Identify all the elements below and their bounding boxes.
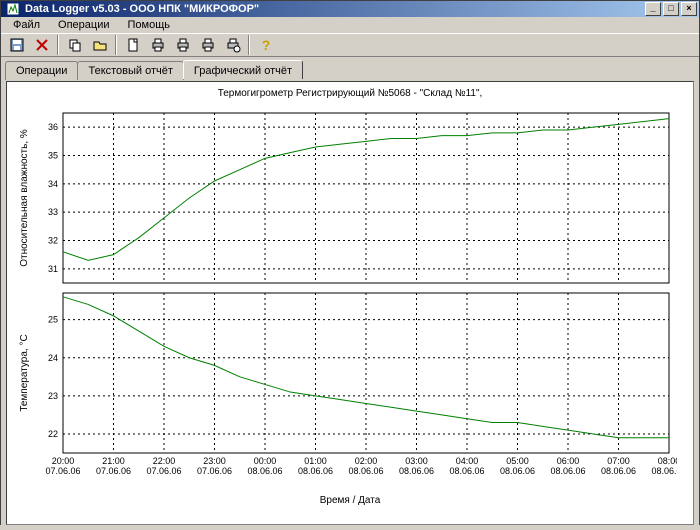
svg-text:08.06.06: 08.06.06	[348, 466, 383, 476]
svg-text:07.06.06: 07.06.06	[146, 466, 181, 476]
tab-text-report[interactable]: Текстовый отчёт	[77, 61, 183, 80]
x-axis-title: Время / Дата	[13, 495, 687, 506]
svg-text:07.06.06: 07.06.06	[45, 466, 80, 476]
svg-text:07.06.06: 07.06.06	[197, 466, 232, 476]
maximize-button[interactable]: □	[663, 2, 679, 16]
new-button[interactable]	[121, 34, 144, 56]
toolbar: ?	[1, 33, 699, 57]
svg-text:Относительная влажность, %: Относительная влажность, %	[19, 129, 30, 267]
window-title: Data Logger v5.03 - ООО НПК "МИКРОФОР"	[25, 3, 645, 15]
menu-file[interactable]: Файл	[5, 17, 48, 33]
app-icon	[5, 1, 21, 17]
delete-button[interactable]	[30, 34, 53, 56]
svg-text:06:00: 06:00	[557, 456, 580, 466]
svg-text:21:00: 21:00	[102, 456, 125, 466]
menubar: Файл Операции Помощь	[1, 17, 699, 33]
toolbar-separator	[248, 35, 250, 55]
copy-button[interactable]	[63, 34, 86, 56]
minimize-button[interactable]: _	[645, 2, 661, 16]
svg-text:08.06.06: 08.06.06	[298, 466, 333, 476]
svg-text:?: ?	[261, 37, 270, 53]
svg-text:01:00: 01:00	[304, 456, 327, 466]
tab-operations[interactable]: Операции	[5, 61, 78, 80]
close-button[interactable]: ×	[681, 2, 697, 16]
toolbar-separator	[57, 35, 59, 55]
svg-text:22:00: 22:00	[153, 456, 176, 466]
chart-svg: 31 32 33 34 35 36 Относительная влажность, % 22…	[13, 103, 677, 493]
svg-text:25: 25	[48, 315, 58, 325]
svg-text:04:00: 04:00	[456, 456, 479, 466]
svg-text:20:00: 20:00	[52, 456, 75, 466]
svg-text:03:00: 03:00	[405, 456, 428, 466]
svg-text:35: 35	[48, 151, 58, 161]
svg-text:07:00: 07:00	[607, 456, 630, 466]
menu-operations[interactable]: Операции	[50, 17, 117, 33]
print-button-2[interactable]	[171, 34, 194, 56]
print-button-3[interactable]	[196, 34, 219, 56]
svg-text:02:00: 02:00	[355, 456, 378, 466]
svg-text:08.06.06: 08.06.06	[651, 466, 677, 476]
svg-text:08:00: 08:00	[658, 456, 677, 466]
svg-text:36: 36	[48, 122, 58, 132]
svg-text:08.06.06: 08.06.06	[601, 466, 636, 476]
print-setup-button[interactable]	[221, 34, 244, 56]
svg-text:00:00: 00:00	[254, 456, 277, 466]
chart-pane: Термогигрометр Регистрирующий №5068 - "С…	[1, 79, 699, 530]
svg-text:33: 33	[48, 207, 58, 217]
print-button-1[interactable]	[146, 34, 169, 56]
svg-text:32: 32	[48, 236, 58, 246]
svg-text:08.06.06: 08.06.06	[500, 466, 535, 476]
svg-text:07.06.06: 07.06.06	[96, 466, 131, 476]
chart-box: Термогигрометр Регистрирующий №5068 - "С…	[6, 81, 694, 525]
menu-help[interactable]: Помощь	[120, 17, 179, 33]
svg-text:34: 34	[48, 179, 58, 189]
svg-text:08.06.06: 08.06.06	[247, 466, 282, 476]
svg-text:05:00: 05:00	[506, 456, 529, 466]
svg-text:24: 24	[48, 353, 58, 363]
open-button[interactable]	[88, 34, 111, 56]
tabstrip: Операции Текстовый отчёт Графический отч…	[1, 57, 699, 79]
svg-text:08.06.06: 08.06.06	[550, 466, 585, 476]
svg-text:23: 23	[48, 391, 58, 401]
svg-text:Температура, °C: Температура, °C	[19, 334, 30, 411]
save-button[interactable]	[5, 34, 28, 56]
titlebar: Data Logger v5.03 - ООО НПК "МИКРОФОР" _…	[1, 1, 699, 17]
svg-text:23:00: 23:00	[203, 456, 226, 466]
help-button[interactable]: ?	[254, 34, 277, 56]
chart-title: Термогигрометр Регистрирующий №5068 - "С…	[13, 86, 687, 103]
tab-graphic-report[interactable]: Графический отчёт	[183, 60, 303, 79]
svg-text:22: 22	[48, 429, 58, 439]
toolbar-separator	[115, 35, 117, 55]
svg-text:08.06.06: 08.06.06	[399, 466, 434, 476]
svg-text:08.06.06: 08.06.06	[449, 466, 484, 476]
svg-text:31: 31	[48, 264, 58, 274]
